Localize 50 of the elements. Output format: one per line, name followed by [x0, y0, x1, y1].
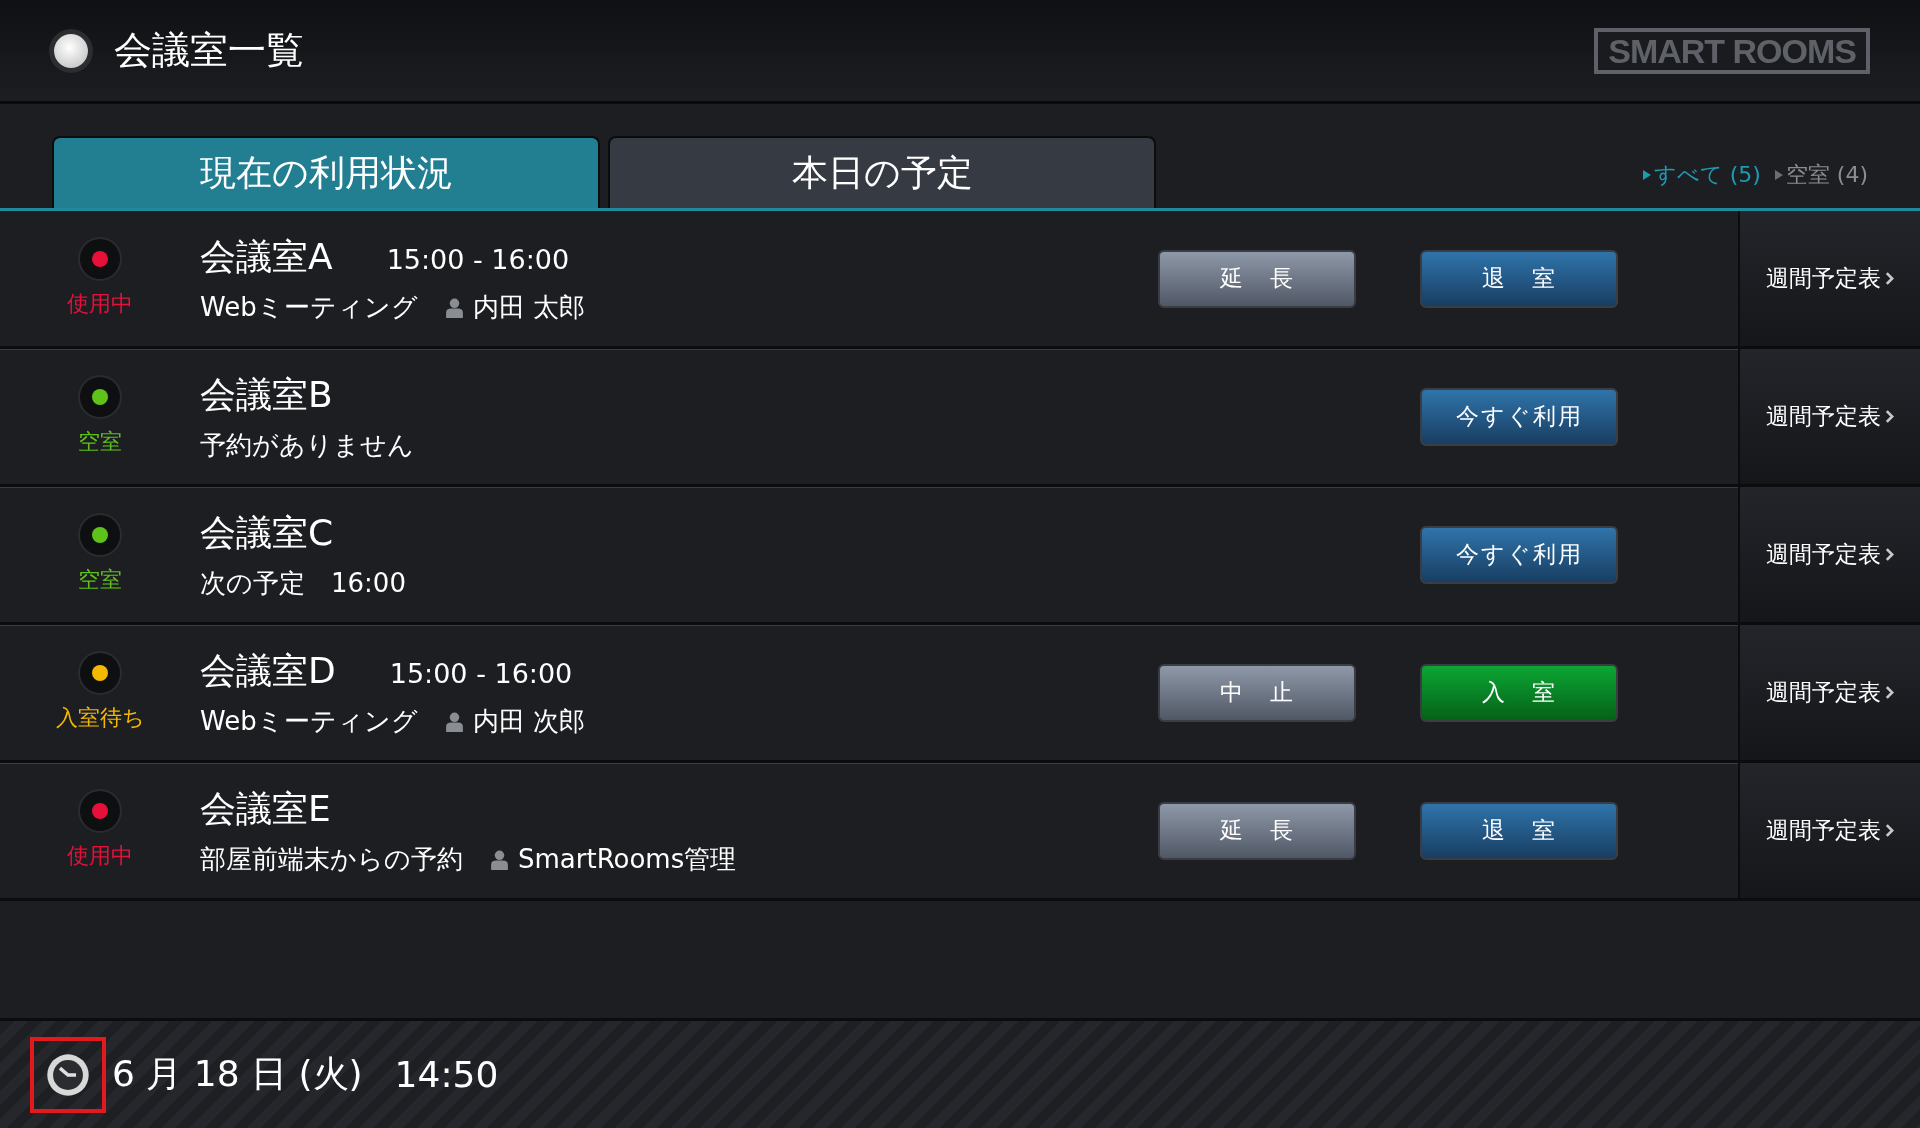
clock-time: 14:50 — [394, 1054, 499, 1095]
chevron-icon — [1885, 409, 1894, 424]
status-label: 入室待ち — [55, 703, 145, 732]
organizer-name: 内田 次郎 — [472, 704, 585, 738]
action-button[interactable]: 中 止 — [1158, 663, 1356, 722]
date-text: 6 月 18 日 (火) — [112, 1052, 363, 1096]
weekly-schedule-link[interactable]: 週間予定表 — [1738, 763, 1920, 898]
status-label: 使用中 — [67, 289, 133, 318]
status-label: 空室 — [78, 427, 122, 456]
page-title: 会議室一覧 — [114, 27, 304, 74]
person-icon — [445, 710, 463, 732]
weekly-schedule-link[interactable]: 週間予定表 — [1738, 625, 1920, 760]
status-label: 空室 — [78, 565, 122, 594]
meeting-detail: 予約がありません — [200, 428, 414, 462]
action-button[interactable]: 延 長 — [1158, 801, 1356, 860]
clock-icon — [45, 1051, 91, 1098]
room-name: 会議室D — [200, 648, 336, 693]
action-button[interactable]: 延 長 — [1158, 249, 1356, 308]
time-range: 15:00 - 16:00 — [386, 243, 570, 275]
chevron-icon — [1885, 685, 1894, 700]
filter-link[interactable]: すべて (5) — [1642, 160, 1761, 190]
room-name: 会議室C — [200, 510, 334, 555]
action-button[interactable]: 今すぐ利用 — [1420, 525, 1618, 584]
meeting-detail: 次の予定 16:00 — [200, 566, 406, 600]
person-icon — [445, 296, 463, 318]
action-button[interactable]: 今すぐ利用 — [1420, 387, 1618, 446]
person-icon — [491, 848, 508, 870]
chevron-icon — [1885, 823, 1894, 838]
status-label: 使用中 — [67, 841, 133, 870]
room-name: 会議室A — [200, 234, 333, 279]
room-name: 会議室B — [200, 372, 333, 417]
filter-link[interactable]: 空室 (4) — [1774, 160, 1868, 190]
organizer-name: 内田 太郎 — [472, 290, 585, 324]
tab[interactable]: 本日の予定 — [608, 136, 1156, 208]
action-button[interactable]: 退 室 — [1420, 801, 1618, 860]
organizer-name: SmartRooms管理 — [518, 842, 737, 876]
meeting-detail: Webミーティング — [200, 704, 418, 738]
chevron-icon — [1885, 271, 1894, 286]
action-button[interactable]: 入 室 — [1420, 663, 1618, 722]
room-name: 会議室E — [200, 786, 331, 831]
time-range: 15:00 - 16:00 — [389, 657, 573, 689]
meeting-detail: 部屋前端末からの予約 — [200, 842, 463, 876]
chevron-icon — [1885, 547, 1894, 562]
weekly-schedule-link[interactable]: 週間予定表 — [1738, 211, 1920, 346]
action-button[interactable]: 退 室 — [1420, 249, 1618, 308]
weekly-schedule-link[interactable]: 週間予定表 — [1738, 349, 1920, 484]
meeting-detail: Webミーティング — [200, 290, 418, 324]
weekly-schedule-link[interactable]: 週間予定表 — [1738, 487, 1920, 622]
logo: SMART ROOMS — [1594, 27, 1870, 74]
tab[interactable]: 現在の利用状況 — [52, 136, 600, 208]
